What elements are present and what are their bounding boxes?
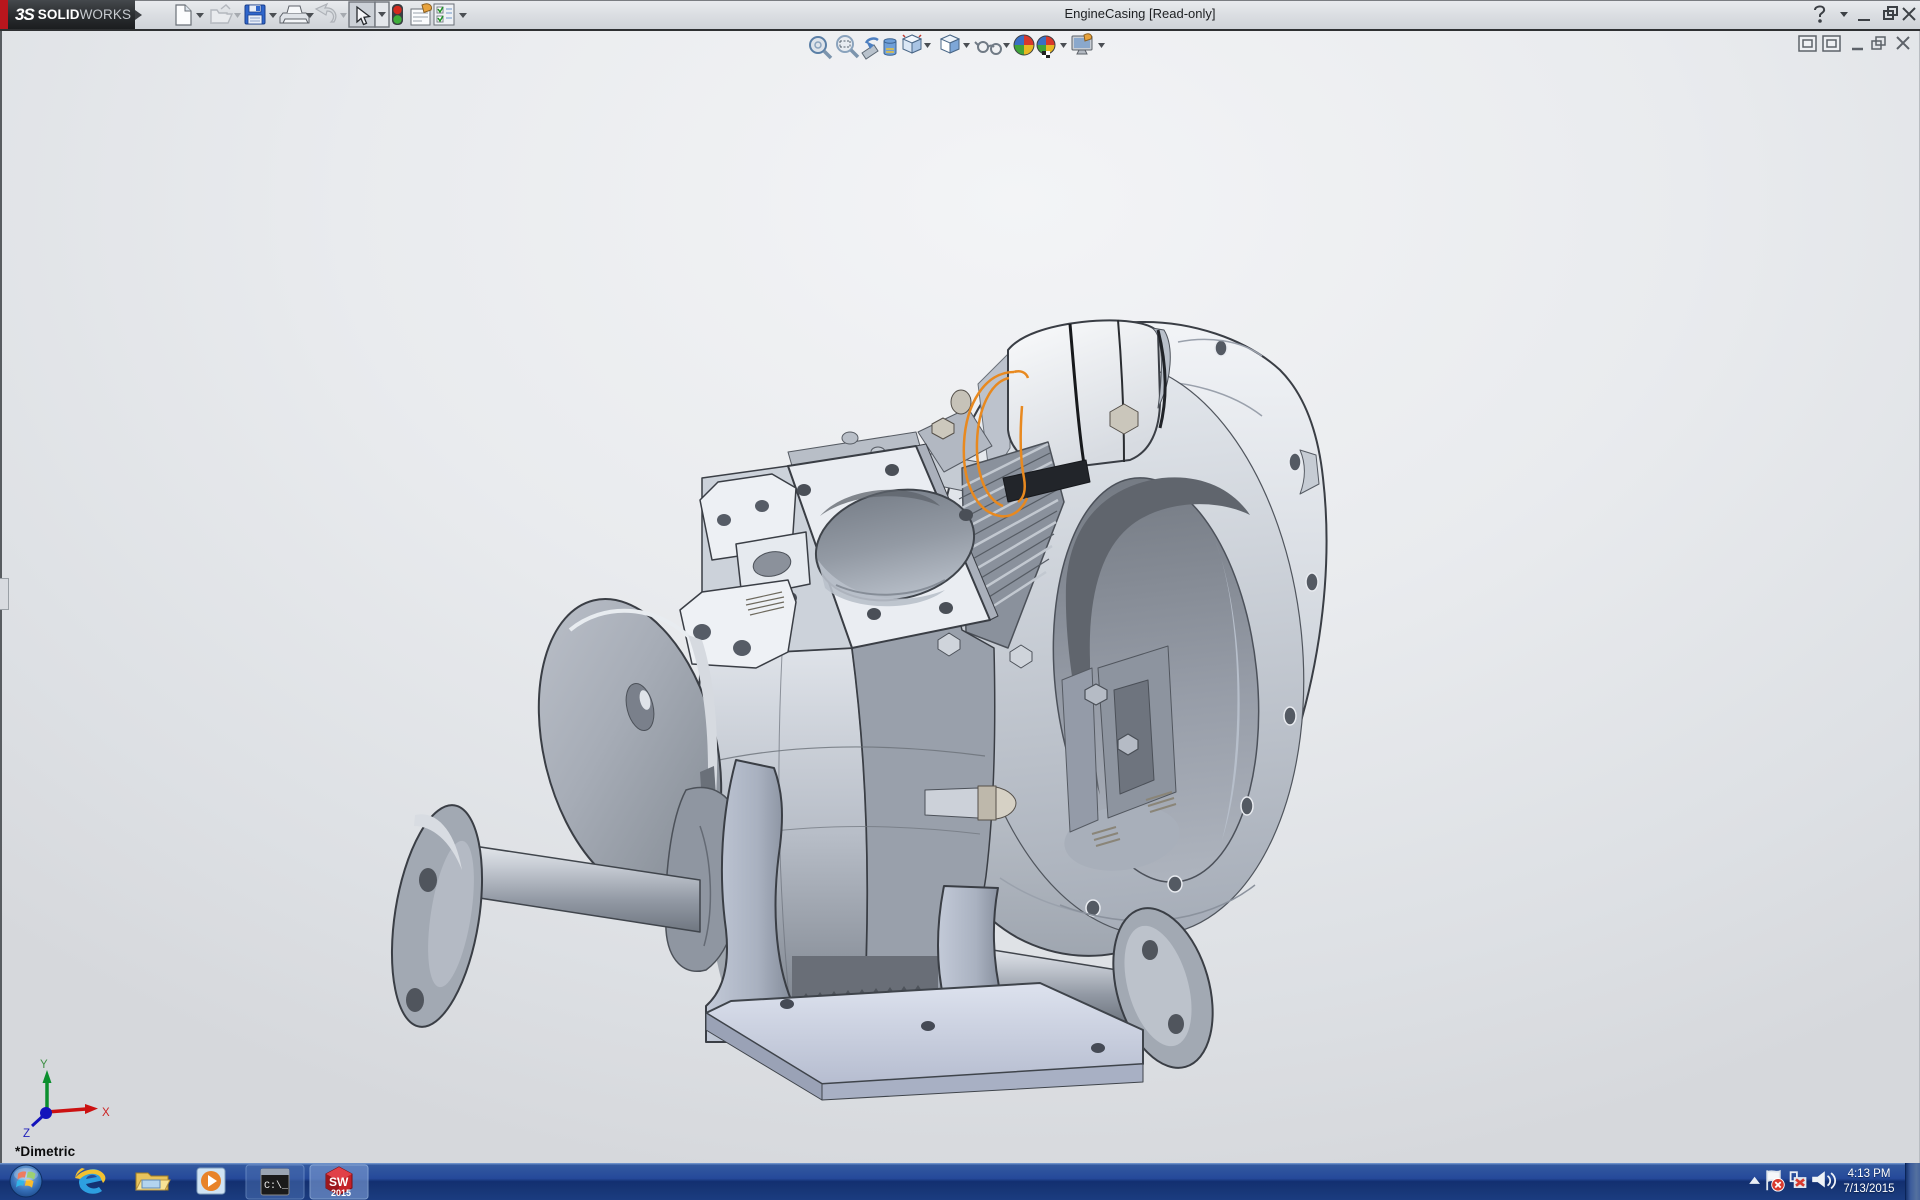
svg-text:2015: 2015 bbox=[331, 1188, 351, 1198]
svg-text:X: X bbox=[102, 1107, 110, 1119]
svg-text:Z: Z bbox=[23, 1128, 30, 1140]
svg-text:C:\_: C:\_ bbox=[264, 1180, 289, 1192]
svg-text:SW: SW bbox=[329, 1175, 349, 1189]
svg-text:Y: Y bbox=[40, 1059, 48, 1071]
